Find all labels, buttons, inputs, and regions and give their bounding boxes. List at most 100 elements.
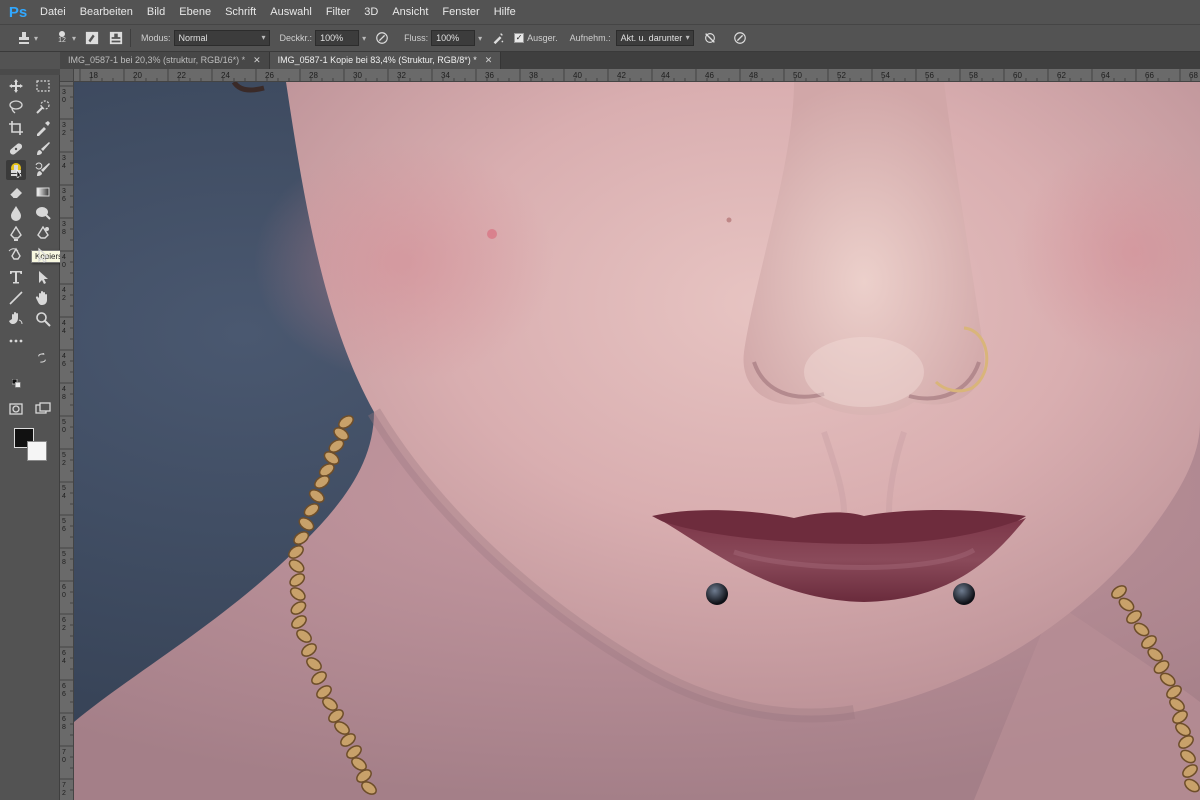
ruler-label: 3 bbox=[62, 122, 66, 129]
crop-icon[interactable] bbox=[6, 118, 26, 138]
curvature-pen-icon[interactable] bbox=[6, 245, 26, 265]
menu-item-fenster[interactable]: Fenster bbox=[435, 0, 486, 24]
quick-selection-icon[interactable] bbox=[33, 97, 53, 117]
ruler-label: 4 bbox=[62, 353, 66, 360]
history-brush-icon[interactable] bbox=[33, 160, 53, 180]
blur-icon[interactable] bbox=[6, 203, 26, 223]
pressure-size-icon[interactable] bbox=[730, 28, 750, 48]
rectangular-marquee-icon[interactable] bbox=[33, 76, 53, 96]
line-tool-icon[interactable] bbox=[6, 288, 26, 308]
menu-bar: Ps Datei Bearbeiten Bild Ebene Schrift Auswah… bbox=[0, 0, 1200, 24]
gradient-icon[interactable] bbox=[33, 182, 53, 202]
direct-selection-icon[interactable] bbox=[33, 245, 53, 265]
ruler-label: 28 bbox=[309, 71, 318, 80]
ignore-adjustment-layers-icon[interactable] bbox=[700, 28, 720, 48]
menu-item-filter[interactable]: Filter bbox=[319, 0, 357, 24]
aligned-label: Ausger. bbox=[527, 33, 558, 43]
mode-label: Modus: bbox=[141, 33, 171, 43]
ruler-label: 4 bbox=[62, 163, 66, 170]
toggle-clone-source-panel-icon[interactable] bbox=[106, 28, 126, 48]
chevron-down-icon[interactable]: ▾ bbox=[72, 34, 76, 43]
ruler-label: 5 bbox=[62, 485, 66, 492]
close-icon[interactable]: ✕ bbox=[253, 52, 261, 69]
pressure-opacity-icon[interactable] bbox=[372, 28, 392, 48]
menu-item-bearbeiten[interactable]: Bearbeiten bbox=[73, 0, 140, 24]
ruler-label: 2 bbox=[62, 460, 66, 467]
move-tool-icon[interactable] bbox=[6, 76, 26, 96]
swap-colors-icon[interactable] bbox=[36, 352, 48, 364]
rotate-view-icon[interactable] bbox=[6, 309, 26, 329]
ruler-label: 68 bbox=[1189, 71, 1198, 80]
ruler-label: 2 bbox=[62, 625, 66, 632]
eraser-icon[interactable] bbox=[6, 182, 26, 202]
ruler-label: 4 bbox=[62, 254, 66, 261]
horizontal-ruler[interactable]: 18 20 22 24 26 28 30 32 34 36 38 40 42 44 46 48 50 52 54 56… bbox=[74, 69, 1200, 82]
eyedropper-icon[interactable] bbox=[33, 118, 53, 138]
ruler-label: 3 bbox=[62, 188, 66, 195]
ruler-label: 38 bbox=[529, 71, 538, 80]
ruler-label: 62 bbox=[1057, 71, 1066, 80]
ruler-label: 4 bbox=[62, 287, 66, 294]
aligned-checkbox[interactable]: ✓ bbox=[514, 33, 525, 43]
sample-select[interactable]: Akt. u. darunter ▾ bbox=[615, 30, 694, 46]
menu-item-ebene[interactable]: Ebene bbox=[172, 0, 218, 24]
opacity-value: 100% bbox=[320, 33, 344, 43]
vertical-ruler[interactable]: 3032343638404244464850525456586062646668… bbox=[60, 82, 74, 800]
mode-select[interactable]: Normal ▾ bbox=[173, 30, 270, 46]
toggle-brush-panel-icon[interactable] bbox=[82, 28, 102, 48]
hand-tool-icon[interactable] bbox=[33, 288, 53, 308]
background-color-swatch[interactable] bbox=[27, 441, 47, 461]
freeform-pen-icon[interactable] bbox=[33, 224, 53, 244]
ruler-label: 30 bbox=[353, 71, 362, 80]
more-tools-icon[interactable] bbox=[6, 331, 26, 351]
ruler-origin[interactable] bbox=[60, 69, 74, 82]
type-tool-icon[interactable] bbox=[6, 267, 26, 287]
ruler-label: 58 bbox=[969, 71, 978, 80]
tab-document-2[interactable]: IMG_0587-1 Kopie bei 83,4% (Struktur, RG… bbox=[269, 52, 502, 69]
menu-item-schrift[interactable]: Schrift bbox=[218, 0, 263, 24]
menu-item-3d[interactable]: 3D bbox=[357, 0, 385, 24]
flow-input[interactable]: 100% bbox=[431, 30, 476, 46]
spot-healing-icon[interactable] bbox=[6, 139, 26, 159]
chevron-down-icon[interactable]: ▾ bbox=[478, 34, 482, 43]
ruler-label: 40 bbox=[573, 71, 582, 80]
chevron-down-icon[interactable]: ▾ bbox=[34, 34, 38, 43]
flow-value: 100% bbox=[436, 33, 460, 43]
quick-mask-icon[interactable] bbox=[6, 399, 26, 419]
menu-item-auswahl[interactable]: Auswahl bbox=[263, 0, 319, 24]
menu-item-bild[interactable]: Bild bbox=[140, 0, 172, 24]
flow-label: Fluss: bbox=[404, 33, 429, 43]
ruler-label: 3 bbox=[62, 221, 66, 228]
tab-document-1[interactable]: IMG_0587-1 bei 20,3% (struktur, RGB/16*)… bbox=[60, 52, 270, 69]
chevron-down-icon: ▾ bbox=[261, 33, 266, 42]
screen-mode-icon[interactable] bbox=[33, 399, 53, 419]
document-canvas[interactable] bbox=[74, 82, 1200, 800]
menu-item-datei[interactable]: Datei bbox=[33, 0, 73, 24]
clone-stamp-icon[interactable] bbox=[6, 160, 26, 180]
brush-preset-icon[interactable]: 12 bbox=[52, 26, 72, 50]
ruler-label: 0 bbox=[62, 427, 66, 434]
default-colors-icon[interactable] bbox=[11, 378, 23, 390]
opacity-input[interactable]: 100% bbox=[315, 30, 360, 46]
zoom-icon[interactable] bbox=[33, 309, 53, 329]
menu-item-ansicht[interactable]: Ansicht bbox=[385, 0, 435, 24]
pen-icon[interactable] bbox=[6, 224, 26, 244]
lasso-icon[interactable] bbox=[6, 97, 26, 117]
brush-icon[interactable] bbox=[33, 139, 53, 159]
ruler-label: 6 bbox=[62, 584, 66, 591]
ruler-label: 2 bbox=[62, 790, 66, 797]
path-selection-icon[interactable] bbox=[33, 267, 53, 287]
clone-stamp-preset-icon[interactable] bbox=[14, 28, 34, 48]
mode-value: Normal bbox=[178, 33, 208, 43]
dodge-icon[interactable] bbox=[33, 203, 53, 223]
menu-item-hilfe[interactable]: Hilfe bbox=[487, 0, 523, 24]
ruler-label: 4 bbox=[62, 658, 66, 665]
panel-grip[interactable] bbox=[0, 69, 60, 75]
chevron-down-icon[interactable]: ▾ bbox=[362, 34, 366, 43]
photo-image bbox=[74, 82, 1200, 800]
ruler-label: 36 bbox=[485, 71, 494, 80]
ruler-label: 4 bbox=[62, 328, 66, 335]
airbrush-icon[interactable] bbox=[488, 28, 508, 48]
close-icon[interactable]: ✕ bbox=[485, 52, 493, 69]
ruler-label: 50 bbox=[793, 71, 802, 80]
